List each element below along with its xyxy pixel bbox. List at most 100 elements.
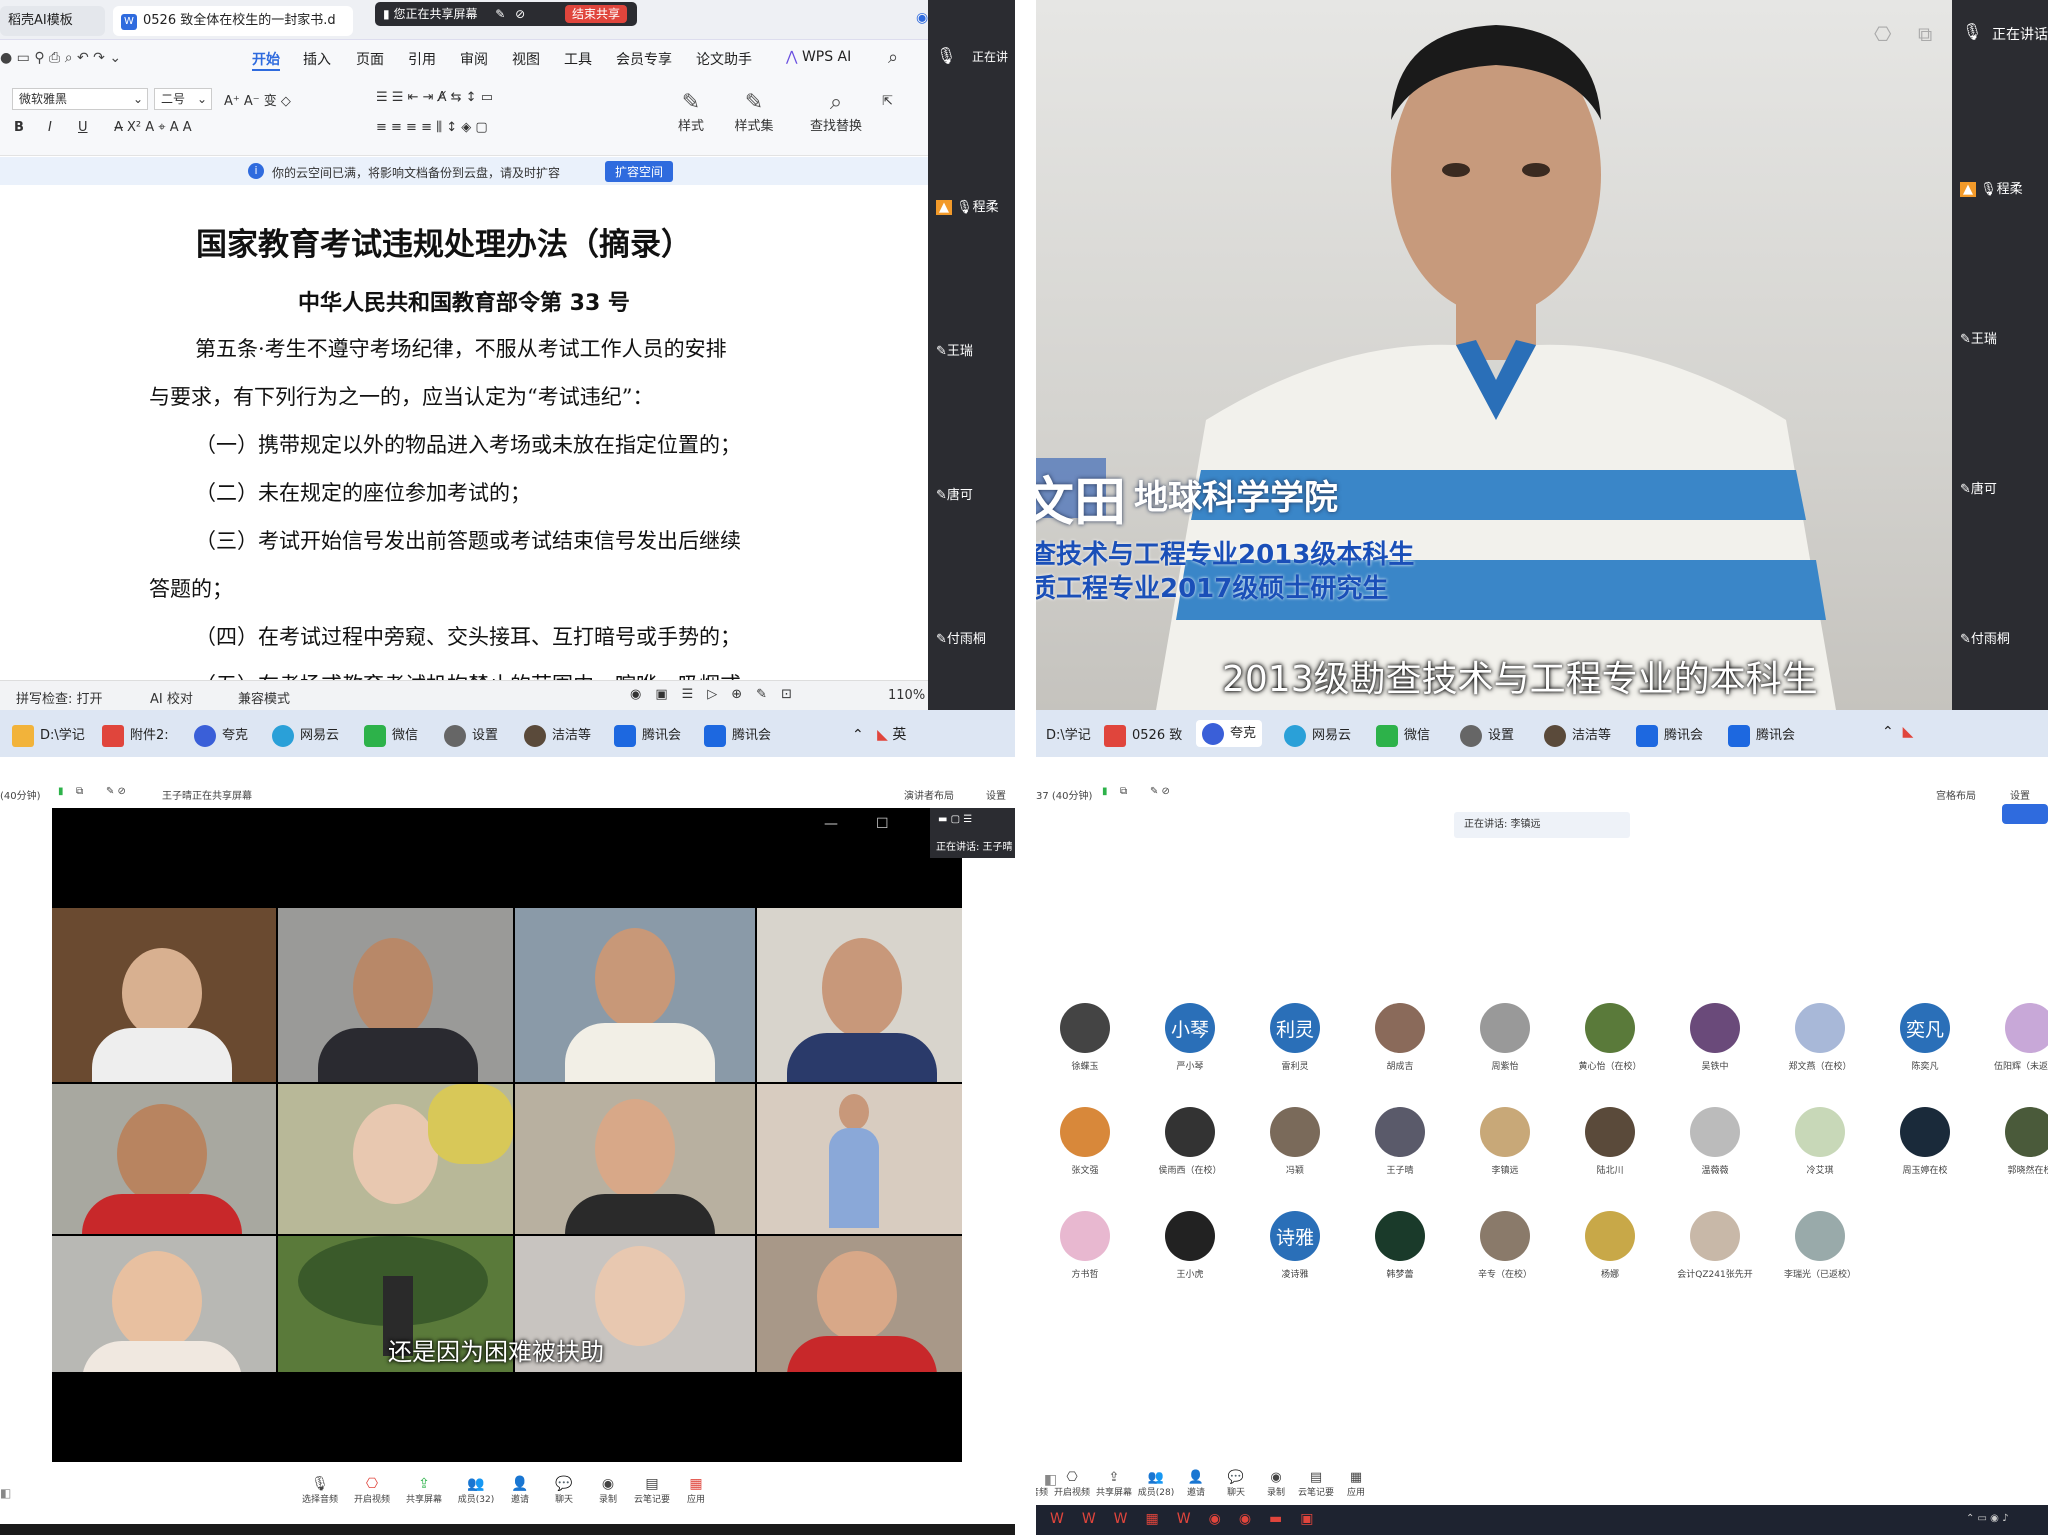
tab-tools[interactable]: 工具 — [564, 49, 592, 69]
record-button[interactable]: ◉ 录制 — [1256, 1470, 1296, 1498]
tab-template[interactable]: 稻壳AI模板 — [0, 6, 105, 36]
apps-button[interactable]: ▦ 应用 — [676, 1476, 716, 1505]
taskbar-item[interactable]: 腾讯会 — [1728, 724, 1795, 747]
participant-avatar[interactable] — [1585, 1211, 1635, 1261]
participant-avatar[interactable] — [1480, 1107, 1530, 1157]
expand-icon[interactable]: ◧ — [0, 1486, 11, 1500]
tab-view[interactable]: 视图 — [512, 49, 540, 69]
taskbar-item[interactable]: 夸克 — [194, 724, 248, 747]
annotate-icon[interactable]: ✎ — [495, 7, 505, 21]
participant-avatar[interactable] — [1375, 1211, 1425, 1261]
participant-avatar[interactable] — [2005, 1003, 2048, 1053]
chat-button[interactable]: 💬 聊天 — [544, 1476, 584, 1505]
participant-avatar[interactable]: 奕凡 — [1900, 1003, 1950, 1053]
tab-reference[interactable]: 引用 — [408, 49, 436, 69]
spell-check-toggle[interactable]: 拼写检查: 打开 — [16, 688, 103, 707]
external-icon[interactable]: ⧉ — [1120, 786, 1127, 797]
stop-share-button[interactable]: 结束共享 — [564, 5, 627, 23]
participant-avatar[interactable] — [1375, 1003, 1425, 1053]
quick-tools-icon[interactable]: ● ▭ ⚲ ⎙ ⌕ ↶ ↷ ⌄ — [0, 50, 121, 66]
tab-start[interactable]: 开始 — [252, 49, 280, 71]
external-icon[interactable]: ⧉ — [76, 786, 83, 797]
participant-avatar[interactable] — [1585, 1107, 1635, 1157]
notes-button[interactable]: ▤ 云笔记要 — [1296, 1470, 1336, 1498]
participant-avatar[interactable] — [1690, 1211, 1740, 1261]
participant-avatar[interactable]: 利灵 — [1270, 1003, 1320, 1053]
participant-avatar[interactable] — [1165, 1107, 1215, 1157]
taskbar-item[interactable]: 网易云 — [272, 724, 339, 747]
bold-button[interactable]: B — [14, 120, 24, 135]
tab-member[interactable]: 会员专享 — [616, 49, 672, 69]
select-icon[interactable]: ⇱ — [882, 94, 893, 109]
face-icon[interactable]: ◉ — [916, 10, 928, 26]
participant-avatar[interactable] — [1060, 1003, 1110, 1053]
settings-button[interactable]: 设置 — [2010, 787, 2030, 802]
participant-avatar[interactable] — [1060, 1211, 1110, 1261]
style-set-button[interactable]: ✎ 样式集 — [726, 90, 782, 134]
taskbar-item[interactable]: 洁洁等 — [1544, 724, 1611, 747]
notes-button[interactable]: ▤ 云笔记要 — [632, 1476, 672, 1505]
expand-space-button[interactable]: 扩容空间 — [605, 161, 674, 182]
participant-avatar[interactable]: 诗雅 — [1270, 1211, 1320, 1261]
panel-controls-icon[interactable]: ▬ ▢ ☰ — [938, 814, 972, 825]
align-icons[interactable]: ≡ ≡ ≡ ≡ ⫼ ↕ ◈ ▢ — [376, 120, 488, 135]
record-button[interactable]: ◉ 录制 — [588, 1476, 628, 1505]
participant-avatar[interactable] — [1795, 1003, 1845, 1053]
format-icons[interactable]: A̶ X² A ⌖ A A — [114, 120, 192, 135]
tab-review[interactable]: 审阅 — [460, 49, 488, 69]
list-icons[interactable]: ☰ ☰ ⇤ ⇥ A̸ ⇆ ↕ ▭ — [376, 90, 493, 105]
taskbar-item[interactable]: 腾讯会 — [614, 724, 681, 747]
participant-avatar[interactable] — [1795, 1211, 1845, 1261]
underline-button[interactable]: U — [78, 120, 88, 135]
taskbar-item[interactable]: 夸克 — [1196, 720, 1263, 747]
annotate-icons[interactable]: ✎ ⊘ — [106, 786, 126, 797]
view-mode-icons[interactable]: ◉▣☰▷⊕✎⊡ — [630, 687, 806, 702]
hide-icon[interactable]: ⊘ — [515, 7, 525, 21]
ai-proofread-toggle[interactable]: AI 校对 — [150, 688, 193, 707]
tab-page[interactable]: 页面 — [356, 49, 384, 69]
annotate-icons[interactable]: ✎ ⊘ — [1150, 786, 1170, 797]
zoom-level[interactable]: 110% — [888, 688, 925, 703]
taskbar-item[interactable]: 腾讯会 — [704, 724, 771, 747]
participant-avatar[interactable] — [1165, 1211, 1215, 1261]
maximize-icon[interactable]: ☐ — [876, 816, 889, 832]
participant-avatar[interactable] — [1480, 1003, 1530, 1053]
taskbar-item[interactable]: D:\学记 — [1046, 724, 1091, 743]
tray-icons[interactable]: ⌃ ▭ ◉ ♪ — [1966, 1513, 2008, 1524]
search-icon[interactable]: ⌕ — [888, 47, 898, 68]
taskbar-apps-icon[interactable]: WWW▦W◉◉▬▣ — [1050, 1511, 1332, 1527]
tab-document[interactable]: W 0526 致全体在校生的一封家书.d — [113, 6, 353, 36]
invite-button[interactable]: 👤 邀请 — [500, 1476, 540, 1505]
style-button[interactable]: ✎ 样式 — [666, 90, 716, 134]
taskbar-item[interactable]: 腾讯会 — [1636, 724, 1703, 747]
audio-button[interactable]: 🎙 选择音频 — [1036, 1470, 1050, 1498]
camera-icon[interactable]: ⎔ — [1874, 22, 1891, 46]
audio-button[interactable]: 🎙 选择音频 — [300, 1476, 340, 1505]
participant-avatar[interactable] — [1795, 1107, 1845, 1157]
mic-icon[interactable]: 🎙 — [1962, 22, 1982, 41]
participant-avatar[interactable]: 小琴 — [1165, 1003, 1215, 1053]
taskbar-item[interactable]: 网易云 — [1284, 724, 1351, 747]
video-button[interactable]: ⎔ 开启视频 — [1052, 1470, 1092, 1498]
tab-thesis[interactable]: 论文助手 — [696, 49, 752, 69]
taskbar-item[interactable]: 微信 — [1376, 724, 1430, 747]
tray-icons[interactable]: ⌃ ◣ 英 — [852, 724, 906, 744]
font-grow-icons[interactable]: A⁺ A⁻ 变 ◇ — [224, 90, 291, 109]
share-button[interactable]: ⇪ 共享屏幕 — [404, 1476, 444, 1505]
settings-button[interactable]: 设置 — [986, 787, 1006, 802]
participant-avatar[interactable] — [1480, 1211, 1530, 1261]
font-name-select[interactable]: 微软雅黑 ⌄ — [12, 88, 148, 110]
taskbar-item[interactable]: 洁洁等 — [524, 724, 591, 747]
font-size-select[interactable]: 二号 ⌄ — [154, 88, 212, 110]
taskbar-item[interactable]: D:\学记 — [12, 724, 85, 747]
feature-toggle[interactable] — [2002, 804, 2048, 824]
taskbar-item[interactable]: 0526 致 — [1104, 724, 1182, 747]
tray-icons[interactable]: ⌃ ◣ — [1882, 724, 1913, 740]
taskbar-item[interactable]: 设置 — [444, 724, 498, 747]
tab-wps-ai[interactable]: ⋀ WPS AI — [786, 49, 851, 65]
participant-avatar[interactable] — [1900, 1107, 1950, 1157]
participant-avatar[interactable] — [1690, 1003, 1740, 1053]
participant-avatar[interactable] — [1060, 1107, 1110, 1157]
share-button[interactable]: ⇪ 共享屏幕 — [1094, 1470, 1134, 1498]
invite-button[interactable]: 👤 邀请 — [1176, 1470, 1216, 1498]
